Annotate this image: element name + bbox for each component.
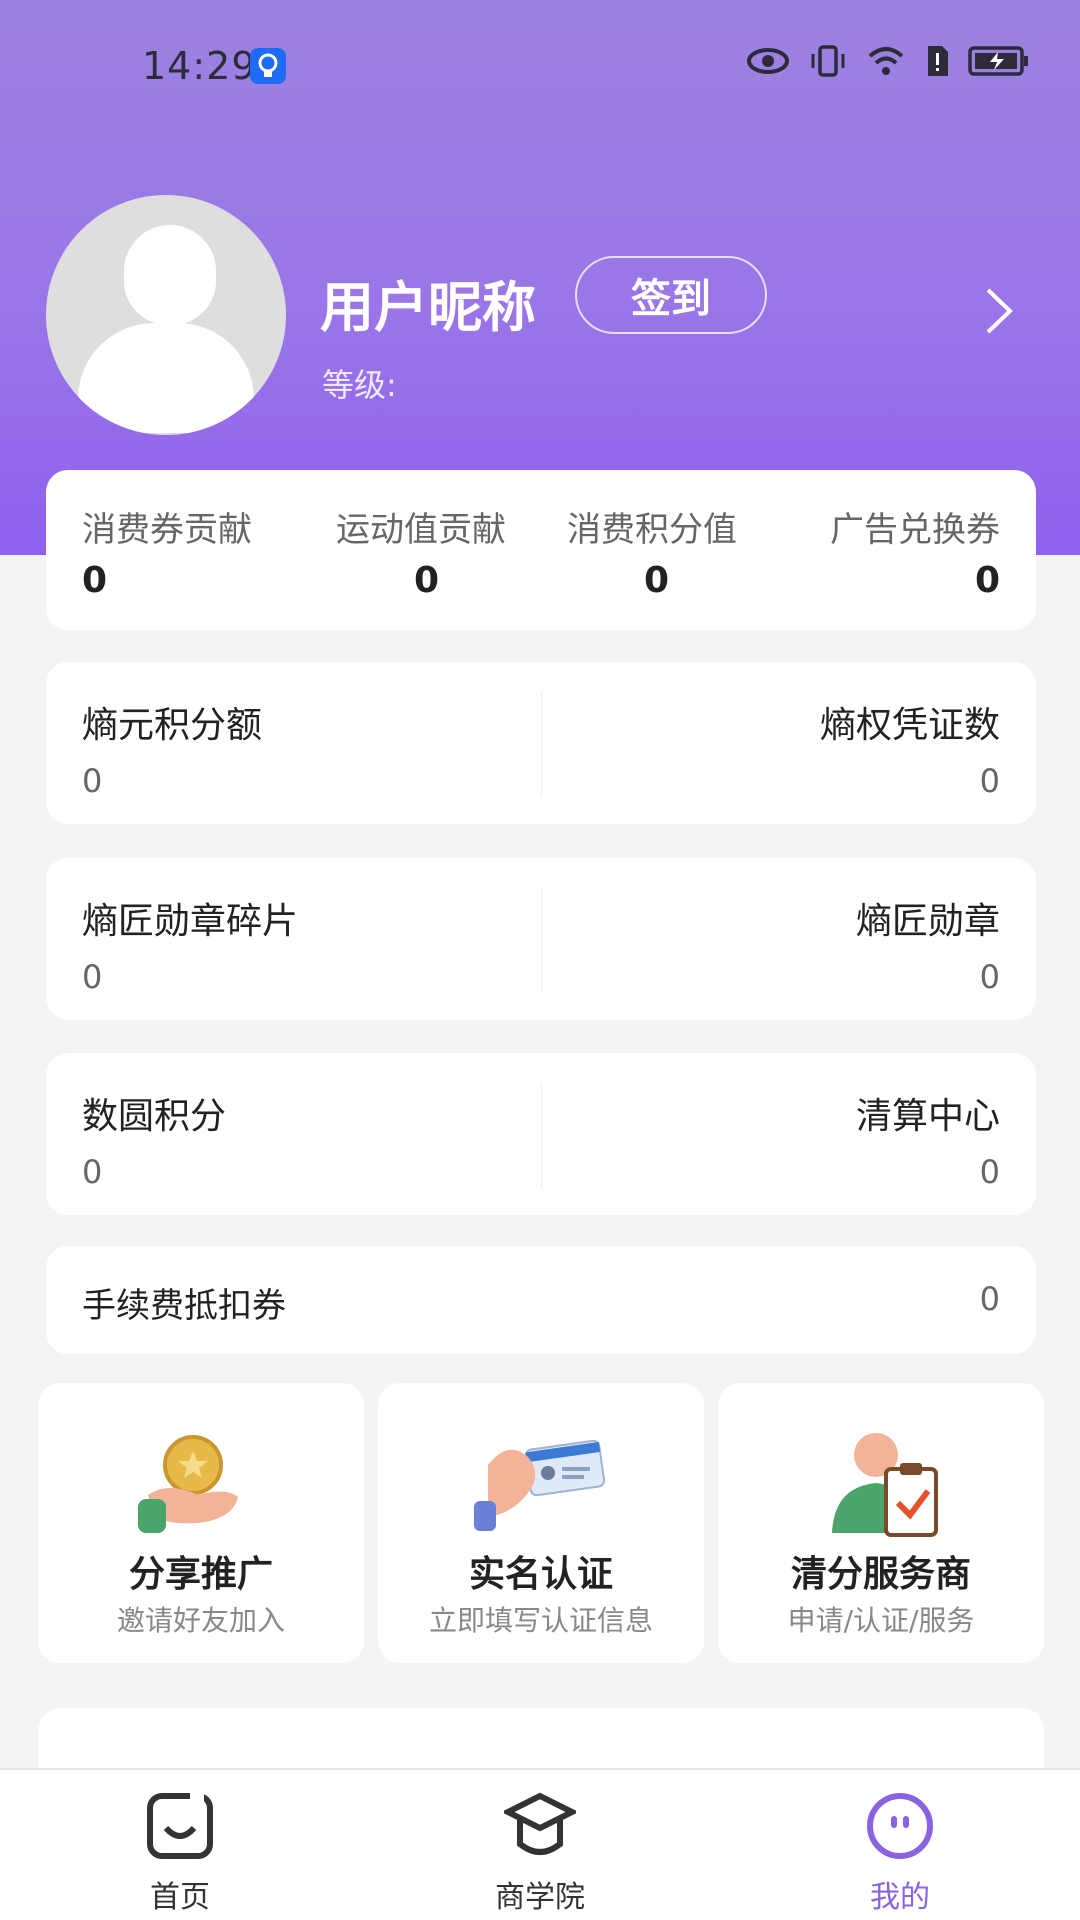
pair-left-value: 0 xyxy=(82,1153,103,1191)
divider xyxy=(541,692,542,797)
pair-right-value: 0 xyxy=(979,762,1000,800)
partial-card xyxy=(38,1708,1044,1768)
bottom-nav: 首页 商学院 我的 xyxy=(0,1768,1080,1920)
status-bar: 14:29 xyxy=(0,0,1080,130)
pair-right-value: 0 xyxy=(979,1153,1000,1191)
bulb-notification-icon xyxy=(250,48,286,84)
stat-label: 广告兑换券 xyxy=(830,510,1000,550)
user-nickname[interactable]: 用户昵称 xyxy=(320,263,536,342)
pair-right-label: 熵匠勋章 xyxy=(855,901,1000,942)
sim-alert-icon xyxy=(924,44,950,82)
eye-icon xyxy=(746,46,790,80)
stat-label: 消费积分值 xyxy=(567,510,737,550)
feature-title: 清分服务商 xyxy=(790,1554,971,1595)
stats-card: 消费券贡献 0 运动值贡献 0 消费积分值 0 广告兑换券 0 xyxy=(46,470,1036,630)
nav-business-school[interactable]: 商学院 xyxy=(440,1790,640,1920)
fee-voucher-label: 手续费抵扣券 xyxy=(82,1286,286,1326)
medal-card[interactable]: 熵匠勋章碎片 0 熵匠勋章 0 xyxy=(46,858,1036,1020)
pair-right-label: 熵权凭证数 xyxy=(819,705,1000,746)
pair-left-value: 0 xyxy=(82,762,103,800)
feature-title: 分享推广 xyxy=(128,1554,273,1595)
fee-voucher-value: 0 xyxy=(979,1280,1000,1318)
points-card[interactable]: 熵元积分额 0 熵权凭证数 0 xyxy=(46,662,1036,824)
feature-title: 实名认证 xyxy=(468,1554,613,1595)
pair-left-label: 熵匠勋章碎片 xyxy=(82,901,299,942)
pair-left-value: 0 xyxy=(82,958,103,996)
feature-clearing-provider[interactable]: 清分服务商 申请/认证/服务 xyxy=(718,1383,1044,1663)
nav-label: 我的 xyxy=(870,1880,930,1915)
person-clipboard-icon xyxy=(718,1421,1044,1541)
feature-subtitle: 邀请好友加入 xyxy=(116,1604,285,1637)
pair-right-value: 0 xyxy=(979,958,1000,996)
stat-value: 0 xyxy=(414,560,440,601)
vibrate-icon xyxy=(808,44,848,82)
clearing-card[interactable]: 数圆积分 0 清算中心 0 xyxy=(46,1053,1036,1215)
wifi-icon xyxy=(866,44,906,82)
profile-face-icon xyxy=(864,1790,936,1862)
avatar[interactable] xyxy=(46,195,286,435)
stat-label: 消费券贡献 xyxy=(82,510,252,550)
nav-label: 首页 xyxy=(150,1880,210,1915)
id-card-hand-icon xyxy=(378,1421,704,1541)
home-icon xyxy=(144,1790,216,1862)
divider xyxy=(541,888,542,993)
avatar-torso xyxy=(78,323,254,433)
chevron-right-icon[interactable] xyxy=(980,286,1020,336)
feature-subtitle: 立即填写认证信息 xyxy=(428,1604,653,1637)
stat-value: 0 xyxy=(644,560,670,601)
graduation-cap-icon xyxy=(501,1790,579,1862)
feature-real-name-auth[interactable]: 实名认证 立即填写认证信息 xyxy=(378,1383,704,1663)
stat-value: 0 xyxy=(974,560,1000,601)
signin-button[interactable]: 签到 xyxy=(575,256,767,334)
status-time: 14:29 xyxy=(142,44,257,88)
pair-left-label: 数圆积分 xyxy=(82,1096,227,1137)
stat-label: 运动值贡献 xyxy=(336,510,506,550)
fee-voucher-card[interactable]: 手续费抵扣券 0 xyxy=(46,1246,1036,1354)
feature-subtitle: 申请/认证/服务 xyxy=(787,1604,975,1637)
nav-label: 商学院 xyxy=(495,1880,585,1915)
nav-home[interactable]: 首页 xyxy=(80,1790,280,1920)
nav-mine[interactable]: 我的 xyxy=(800,1790,1000,1920)
avatar-head xyxy=(124,225,216,325)
pair-left-label: 熵元积分额 xyxy=(82,705,263,746)
user-level: 等级: xyxy=(322,366,397,404)
battery-icon xyxy=(968,44,1030,82)
pair-right-label: 清算中心 xyxy=(855,1096,1000,1137)
feature-share-promotion[interactable]: 分享推广 邀请好友加入 xyxy=(38,1383,364,1663)
coin-hand-icon xyxy=(38,1421,364,1541)
stat-value: 0 xyxy=(82,560,108,601)
divider xyxy=(541,1083,542,1188)
